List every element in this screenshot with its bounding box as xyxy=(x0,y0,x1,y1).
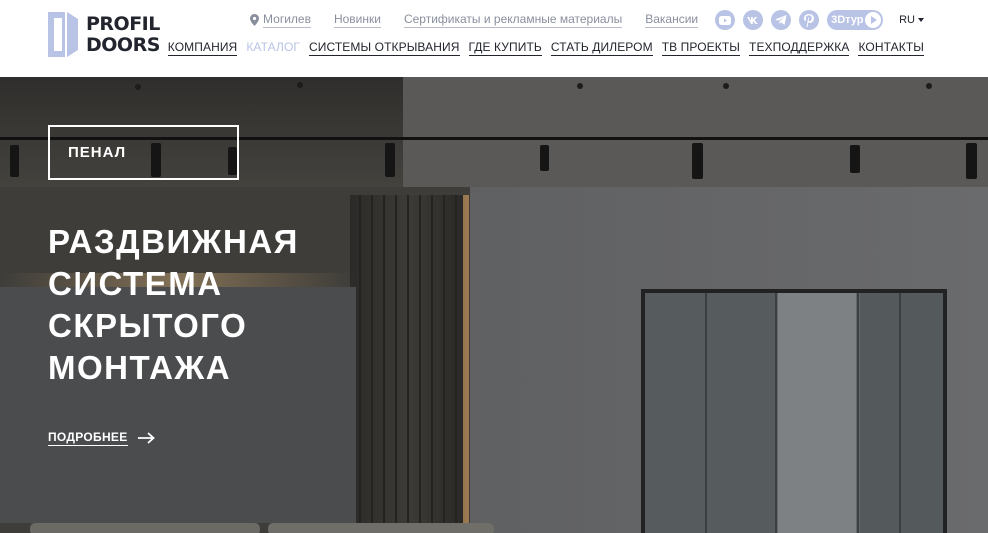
logo-door-icon xyxy=(48,12,78,57)
nav-catalog[interactable]: КАТАЛОГ xyxy=(246,40,300,56)
language-selector[interactable]: RU xyxy=(899,14,924,26)
nav-tv-projects[interactable]: ТВ ПРОЕКТЫ xyxy=(661,40,741,56)
certificates-link[interactable]: Сертификаты и рекламные материалы xyxy=(403,12,623,28)
3d-tour-button[interactable]: 3Dтур xyxy=(827,10,884,30)
nav-tech-support[interactable]: ТЕХПОДДЕРЖКА xyxy=(749,40,850,56)
logo-line-1: PROFIL xyxy=(86,12,160,35)
more-label: ПОДРОБНЕЕ xyxy=(48,430,128,446)
3d-tour-label: 3Dтур xyxy=(831,14,864,26)
nav-opening-systems[interactable]: СИСТЕМЫ ОТКРЫВАНИЯ xyxy=(309,40,460,56)
city-selector[interactable]: Могилев xyxy=(250,12,311,28)
telegram-icon[interactable] xyxy=(771,10,792,30)
nav-become-dealer[interactable]: СТАТЬ ДИЛЕРОМ xyxy=(550,40,653,56)
vk-icon[interactable] xyxy=(743,10,764,30)
arrow-right-icon xyxy=(137,432,155,444)
hero-banner: ПЕНАЛ РАЗДВИЖНАЯ СИСТЕМА СКРЫТОГО МОНТАЖ… xyxy=(0,77,988,533)
social-links: 3Dтур xyxy=(715,10,884,30)
nav-contacts[interactable]: КОНТАКТЫ xyxy=(858,40,924,56)
hero-title: РАЗДВИЖНАЯ СИСТЕМА СКРЫТОГО МОНТАЖА xyxy=(48,221,368,389)
pinterest-icon[interactable] xyxy=(799,10,820,30)
logo-line-2: DOORS xyxy=(86,33,160,56)
vacancies-link[interactable]: Вакансии xyxy=(645,12,699,28)
product-badge-label: ПЕНАЛ xyxy=(68,144,127,161)
city-link[interactable]: Могилев xyxy=(263,12,311,28)
product-badge: ПЕНАЛ xyxy=(48,125,239,180)
chevron-down-icon xyxy=(918,18,924,22)
logo[interactable]: PROFIL DOORS xyxy=(48,12,160,57)
hero-title-line: МОНТАЖА xyxy=(48,349,232,386)
logo-text: PROFIL DOORS xyxy=(86,12,160,56)
location-pin-icon xyxy=(250,14,260,26)
nav-company[interactable]: КОМПАНИЯ xyxy=(167,40,238,56)
hero-title-line: СИСТЕМА xyxy=(48,265,223,302)
more-link[interactable]: ПОДРОБНЕЕ xyxy=(48,430,155,446)
hero-title-line: РАЗДВИЖНАЯ xyxy=(48,223,299,260)
news-link[interactable]: Новинки xyxy=(333,12,381,28)
hero-title-line: СКРЫТОГО xyxy=(48,307,248,344)
top-bar: Могилев Новинки Сертификаты и рекламные … xyxy=(250,9,924,31)
language-label: RU xyxy=(899,14,915,26)
main-navigation: КОМПАНИЯ КАТАЛОГ СИСТЕМЫ ОТКРЫВАНИЯ ГДЕ … xyxy=(167,40,924,56)
play-icon xyxy=(865,12,882,28)
nav-where-to-buy[interactable]: ГДЕ КУПИТЬ xyxy=(468,40,542,56)
youtube-icon[interactable] xyxy=(715,10,736,30)
site-header: PROFIL DOORS Могилев Новинки Сертификаты… xyxy=(0,0,988,77)
